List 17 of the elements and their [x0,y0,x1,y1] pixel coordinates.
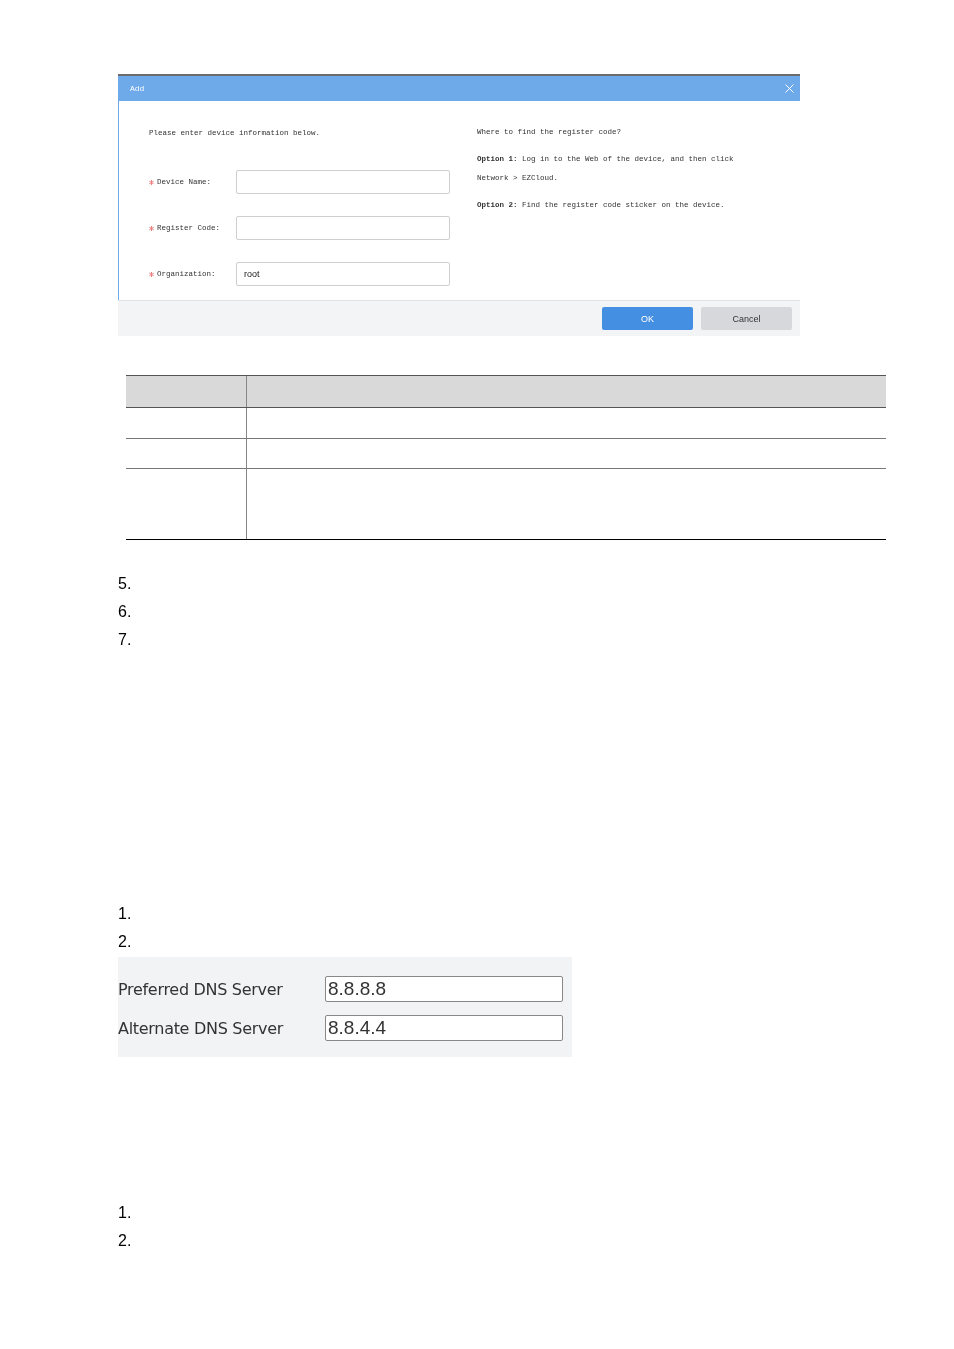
input-field[interactable]: 8.8.4.4 [325,1015,563,1041]
input-field[interactable] [236,216,450,240]
step-number: 6. [118,602,133,622]
dialog-title: Add [130,84,145,93]
step-number: 1. [118,1203,133,1223]
step-number: 2. [118,1231,133,1251]
step-number: 5. [118,574,133,594]
input-field[interactable]: 8.8.8.8 [325,976,563,1002]
step-number: 2. [118,932,133,952]
close-icon[interactable] [785,84,794,93]
dns-label: Preferred DNS Server [118,979,284,999]
input-field[interactable]: root [236,262,450,286]
step-number: 1. [118,904,133,924]
cancel-button[interactable]: Cancel [701,307,792,330]
input-field[interactable] [236,170,450,194]
step-number: 7. [118,630,133,650]
dns-label: Alternate DNS Server [118,1018,285,1038]
